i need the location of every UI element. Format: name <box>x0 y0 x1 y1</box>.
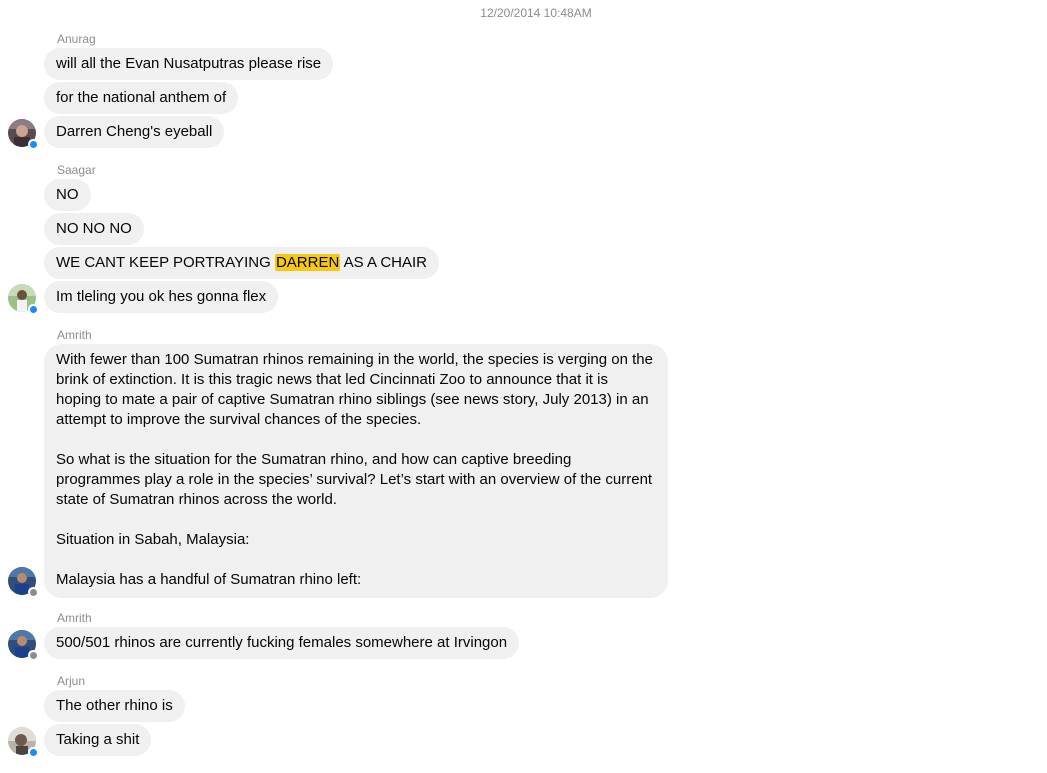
sender-name: Arjun <box>57 674 86 688</box>
message-paragraph: With fewer than 100 Sumatran rhinos rema… <box>56 351 653 428</box>
facebook-badge-icon <box>28 650 38 660</box>
message-bubble[interactable]: 500/501 rhinos are currently fucking fem… <box>44 627 520 659</box>
message-bubble[interactable]: Taking a shit <box>44 724 152 756</box>
messenger-badge-icon <box>28 139 38 149</box>
message-bubble[interactable]: NO <box>44 179 91 211</box>
message-bubble[interactable]: WE CANT KEEP PORTRAYING DARREN AS A CHAI… <box>44 247 439 279</box>
message-bubble[interactable]: will all the Evan Nusatputras please ris… <box>44 48 334 80</box>
message-text: WE CANT KEEP PORTRAYING <box>56 254 275 271</box>
message-paragraph: Malaysia has a handful of Sumatran rhino… <box>56 571 362 588</box>
sender-name: Amrith <box>57 328 92 342</box>
messenger-badge-icon <box>28 747 38 757</box>
search-highlight: DARREN <box>274 254 341 271</box>
sender-name: Amrith <box>57 611 92 625</box>
badge-dot <box>29 651 37 659</box>
message-bubble[interactable]: for the national anthem of <box>44 82 239 114</box>
conversation-timestamp: 12/20/2014 10:48AM <box>480 6 592 20</box>
message-bubble[interactable]: With fewer than 100 Sumatran rhinos rema… <box>44 344 668 598</box>
avatar[interactable] <box>8 567 38 597</box>
sender-name: Saagar <box>57 163 96 177</box>
sender-name: Anurag <box>57 32 96 46</box>
badge-dot <box>29 748 37 756</box>
message-text: AS A CHAIR <box>340 254 427 271</box>
message-bubble[interactable]: NO NO NO <box>44 213 144 245</box>
message-bubble[interactable]: Im tleling you ok hes gonna flex <box>44 281 279 313</box>
messenger-badge-icon <box>28 304 38 314</box>
badge-dot <box>29 588 37 596</box>
avatar[interactable] <box>8 284 38 314</box>
avatar[interactable] <box>8 119 38 149</box>
facebook-badge-icon <box>28 587 38 597</box>
message-bubble[interactable]: The other rhino is <box>44 690 185 722</box>
message-paragraph: So what is the situation for the Sumatra… <box>56 451 653 508</box>
message-bubble[interactable]: Darren Cheng's eyeball <box>44 116 225 148</box>
badge-dot <box>29 140 37 148</box>
avatar[interactable] <box>8 630 38 660</box>
message-paragraph: Situation in Sabah, Malaysia: <box>56 531 250 548</box>
badge-dot <box>29 305 37 313</box>
avatar[interactable] <box>8 727 38 757</box>
